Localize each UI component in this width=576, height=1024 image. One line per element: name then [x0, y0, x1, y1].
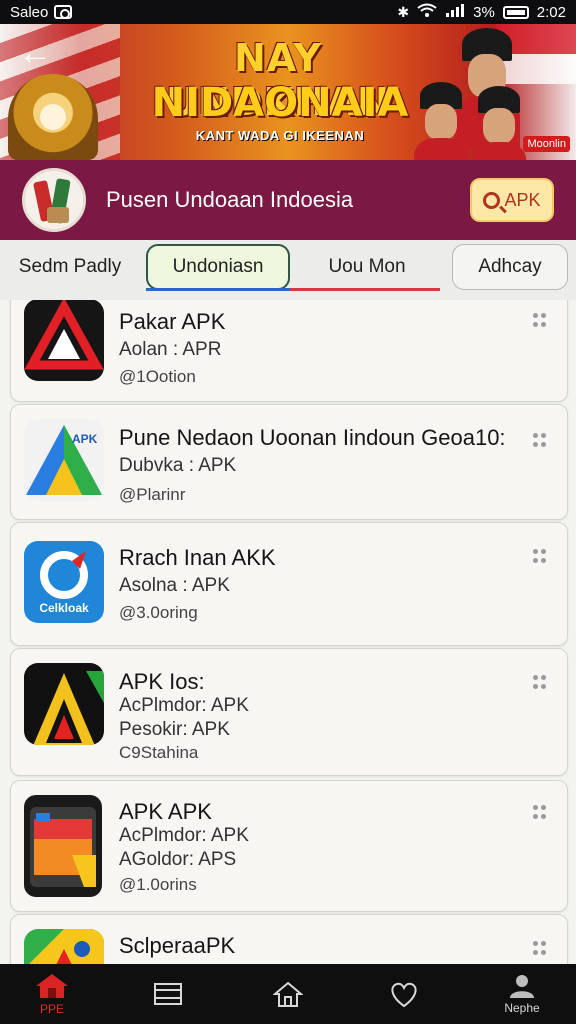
app-list: Pakar APK Aolan : APR @1Ootion APK Pune … — [0, 300, 576, 964]
svg-text:APK: APK — [72, 432, 98, 446]
list-item[interactable]: APK Ios: AcPlmdor: APK Pesokir: APK C9St… — [10, 648, 568, 776]
page-title: Pusen Undoaan Indoesia — [106, 187, 354, 212]
tab-uou-mon[interactable]: Uou Mon — [294, 244, 440, 290]
app-rating: @1.0orins — [119, 875, 197, 894]
app-name: APK APK — [119, 799, 212, 824]
app-meta: Asolna : APK — [119, 575, 230, 596]
app-avatar — [22, 168, 86, 232]
red-triangle-logo-icon — [24, 300, 104, 381]
drag-handle-icon[interactable] — [533, 805, 547, 821]
cards-icon — [153, 981, 183, 1007]
nav-profile[interactable]: Nephe — [482, 964, 562, 1024]
app-rating: @Plarinr — [119, 485, 186, 504]
tab-sedm-padly[interactable]: Sedm Padly — [6, 244, 134, 290]
app-meta: Dubvka : APK — [119, 455, 237, 476]
battery-icon — [502, 5, 529, 19]
tab-adhcay[interactable]: Adhcay — [452, 244, 568, 290]
banner-subline: KANT WADA GI IKEENAN — [195, 128, 365, 143]
person-figure — [413, 82, 469, 160]
blue-circle-logo-icon: Celkloak — [24, 541, 104, 623]
app-meta-2: AGoldor: APS — [119, 849, 237, 870]
house-filled-icon — [34, 972, 70, 1000]
icon-caption: Celkloak — [39, 601, 89, 615]
tab-underline-active — [146, 288, 290, 291]
nav-home[interactable] — [248, 964, 328, 1024]
garuda-mascot-icon — [8, 74, 98, 160]
apk-search-button[interactable]: APK — [470, 178, 554, 222]
bluetooth-icon: ✱ — [397, 3, 410, 20]
app-meta: AcPlmdor: APK — [119, 695, 249, 716]
tab-undoniasn[interactable]: Undoniasn — [146, 244, 290, 290]
home-outline-icon — [273, 980, 303, 1008]
drag-handle-icon[interactable] — [533, 941, 547, 957]
app-meta: AcPlmdor: APK — [119, 825, 249, 846]
clock: 2:02 — [536, 3, 566, 21]
drag-handle-icon[interactable] — [533, 549, 547, 565]
app-meta: Aolan : APR — [119, 339, 222, 360]
list-item[interactable]: Celkloak Rrach Inan AKK Asolna : APK @3.… — [10, 522, 568, 646]
camera-icon — [54, 5, 73, 19]
back-arrow-icon[interactable]: ← — [18, 36, 58, 70]
yellow-red-triangle-logo-icon — [24, 663, 104, 745]
app-meta-2: Pesokir: APK — [119, 719, 230, 740]
list-item[interactable]: Pakar APK Aolan : APR @1Ootion — [10, 300, 568, 402]
apk-button-label: APK — [504, 189, 541, 210]
app-name: Pakar APK — [119, 309, 226, 334]
header-band: Pusen Undoaan Indoesia APK — [0, 160, 576, 240]
app-rating: C9Stahina — [119, 743, 199, 762]
heart-icon — [388, 980, 420, 1008]
phone-folder-logo-icon — [24, 795, 102, 897]
profile-icon — [507, 973, 537, 999]
drag-handle-icon[interactable] — [533, 433, 547, 449]
search-icon — [483, 191, 501, 209]
drag-handle-icon[interactable] — [533, 313, 547, 329]
nav-home-active[interactable]: PPE — [12, 964, 92, 1024]
app-rating: @3.0oring — [119, 603, 198, 622]
app-rating: @1Ootion — [119, 367, 196, 386]
drag-handle-icon[interactable] — [533, 675, 547, 691]
status-bar: Saleo ✱ 3% 2:02 — [0, 0, 576, 24]
bottom-nav: PPE Nephe — [0, 964, 576, 1024]
app-name: SclperaaPK — [119, 933, 236, 958]
battery-percent: 3% — [473, 3, 495, 21]
banner-title-line2: NIDAONAIA — [151, 80, 409, 126]
tab-bar: Sedm Padly Undoniasn Uou Mon Adhcay — [0, 240, 576, 300]
list-item[interactable]: APK Pune Nedaon Uoonan Iindoun Geoa10: D… — [10, 404, 568, 520]
tab-underline-secondary — [290, 288, 440, 291]
app-name: Rrach Inan AKK — [119, 545, 276, 570]
signal-icon — [445, 3, 465, 21]
app-name: APK Ios: — [119, 669, 205, 694]
green-yellow-logo-icon — [24, 929, 104, 964]
list-item[interactable]: SclperaaPK — [10, 914, 568, 964]
wifi-icon — [417, 3, 437, 21]
nav-label-ppe: PPE — [39, 1002, 64, 1016]
nav-favorites[interactable] — [364, 964, 444, 1024]
nav-label-nephe: Nephe — [504, 1001, 540, 1015]
nav-cards[interactable] — [128, 964, 208, 1024]
person-figure — [471, 86, 527, 160]
list-item[interactable]: APK APK AcPlmdor: APK AGoldor: APS @1.0o… — [10, 780, 568, 912]
promo-banner: ← NAY UNDKHAN NIDAONAIA KANT WADA GI IKE… — [0, 24, 576, 160]
banner-badge: Moonlin — [523, 136, 570, 152]
carrier-label: Saleo — [10, 3, 49, 21]
blue-green-apk-logo-icon: APK — [24, 419, 104, 501]
app-name: Pune Nedaon Uoonan Iindoun Geoa10: — [119, 425, 506, 450]
